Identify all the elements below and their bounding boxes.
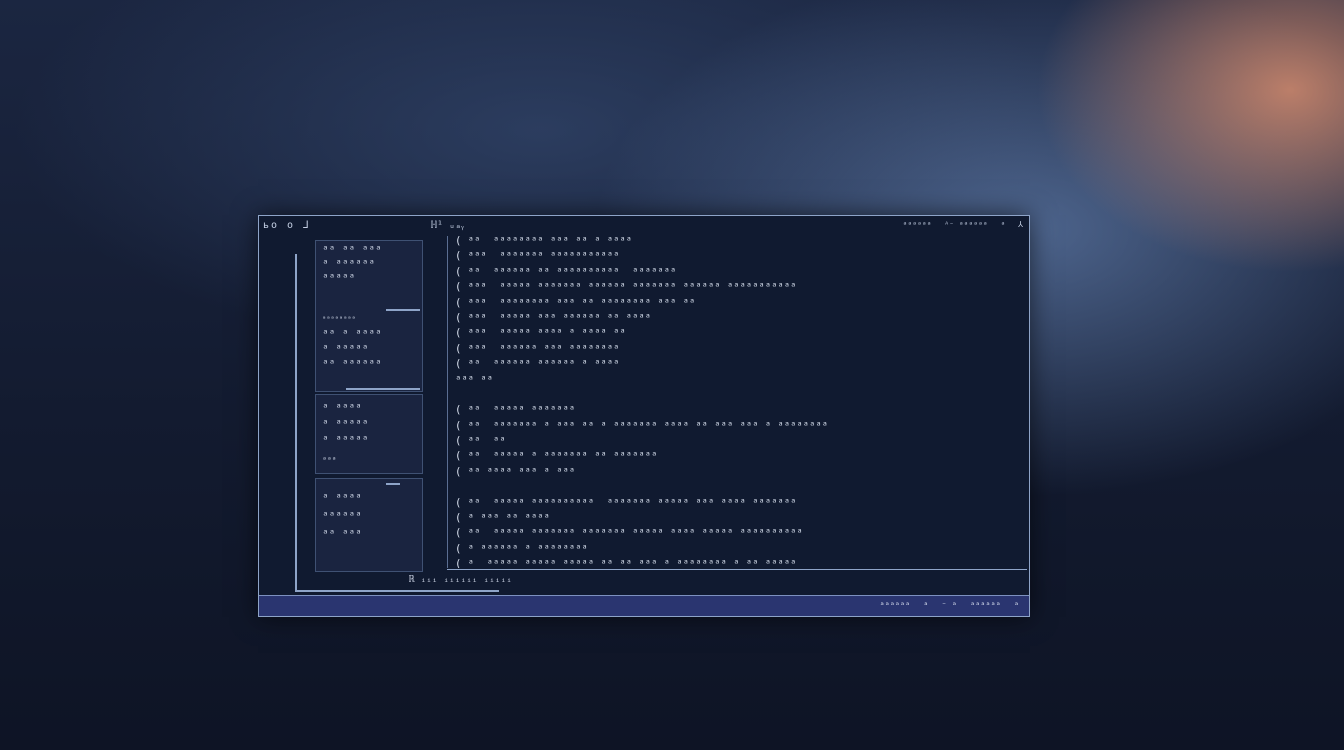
sidebar-item[interactable]: ᵃᵃ ᵃᵃᵃᵃᵃᵃ [322, 357, 382, 370]
code-line[interactable]: ( ᵃᵃ ᵃᵃ [455, 434, 1015, 449]
status-item[interactable]: ᵃᵃᵃᵃᵃᵃ [879, 601, 910, 611]
code-line[interactable]: ( ᵃᵃ ᵃᵃᵃᵃᵃᵃ ᵃᵃ ᵃᵃᵃᵃᵃᵃᵃᵃᵃᵃ ᵃᵃᵃᵃᵃᵃᵃ [455, 265, 1015, 280]
sidebar-item[interactable]: ᵃ ᵃᵃᵃᵃ [322, 491, 362, 504]
sidebar-item[interactable]: ᵃᵃᵃᵃᵃ [322, 271, 355, 284]
code-line[interactable] [455, 480, 1015, 495]
code-line[interactable]: ( ᵃᵃᵃ ᵃᵃᵃᵃᵃᵃ ᵃᵃᵃ ᵃᵃᵃᵃᵃᵃᵃᵃ [455, 342, 1015, 357]
title-action-3[interactable]: ᵃ [1000, 220, 1005, 229]
panel-tab-label[interactable]: ℝ ᵢᵢᵢ ᵢᵢᵢᵢᵢᵢ ᵢᵢᵢᵢᵢ [409, 574, 512, 585]
sidebar-item[interactable]: ᵃᵃᵃᵃᵃᵃᵃᵃ [322, 315, 356, 323]
panel-divider [346, 388, 420, 390]
code-line[interactable] [455, 388, 1015, 403]
sidebar-panel-timeline[interactable]: ᵃ ᵃᵃᵃᵃ ᵃᵃᵃᵃᵃᵃ ᵃᵃ ᵃᵃᵃ [315, 478, 423, 572]
code-editor[interactable]: ( ᵃᵃ ᵃᵃᵃᵃᵃᵃᵃᵃ ᵃᵃᵃ ᵃᵃ ᵃ ᵃᵃᵃᵃ( ᵃᵃᵃ ᵃᵃᵃᵃᵃᵃᵃ… [455, 234, 1015, 568]
code-line[interactable]: ( ᵃᵃ ᵃᵃᵃᵃ ᵃᵃᵃ ᵃ ᵃᵃᵃ [455, 465, 1015, 480]
sidebar-item[interactable]: ᵃ ᵃᵃᵃᵃᵃᵃ [322, 257, 375, 270]
code-line[interactable]: ( ᵃᵃ ᵃᵃᵃᵃᵃ ᵃ ᵃᵃᵃᵃᵃᵃᵃ ᵃᵃ ᵃᵃᵃᵃᵃᵃᵃ [455, 449, 1015, 464]
sidebar-item[interactable]: ᵃᵃᵃᵃᵃᵃ [322, 509, 362, 522]
sidebar-item[interactable]: ᵃᵃ ᵃᵃᵃ [322, 527, 362, 540]
title-action-1[interactable]: ᵃᵃᵃᵃᵃᵃ [903, 220, 932, 229]
code-line[interactable]: ( ᵃᵃ ᵃᵃᵃᵃᵃ ᵃᵃᵃᵃᵃᵃᵃ ᵃᵃᵃᵃᵃᵃᵃ ᵃᵃᵃᵃᵃ ᵃᵃᵃᵃ ᵃᵃ… [455, 526, 1015, 541]
sidebar-panel-explorer[interactable]: ᵃᵃ ᵃᵃ ᵃᵃᵃ ᵃ ᵃᵃᵃᵃᵃᵃ ᵃᵃᵃᵃᵃ ᵃᵃᵃᵃᵃᵃᵃᵃ ᵃᵃ ᵃ ᵃ… [315, 240, 423, 392]
code-line[interactable]: ( ᵃᵃ ᵃᵃᵃᵃᵃ ᵃᵃᵃᵃᵃᵃᵃᵃᵃᵃ ᵃᵃᵃᵃᵃᵃᵃ ᵃᵃᵃᵃᵃ ᵃᵃᵃ … [455, 496, 1015, 511]
title-bar: ьо о ⅃ ℍ¹ ᵤₐᵧ ᵃᵃᵃᵃᵃᵃ ᴬ⁻ ᵃᵃᵃᵃᵃᵃ ᵃ ⅄ [259, 216, 1029, 236]
editor-window: ьо о ⅃ ℍ¹ ᵤₐᵧ ᵃᵃᵃᵃᵃᵃ ᴬ⁻ ᵃᵃᵃᵃᵃᵃ ᵃ ⅄ ᵃᵃ ᵃᵃ… [258, 215, 1030, 617]
window-controls[interactable]: ьо о ⅃ [263, 220, 311, 231]
sidebar-rail-bottom [295, 590, 499, 592]
status-item[interactable]: ⁻ ᵃ [942, 601, 957, 611]
code-line[interactable]: ( ᵃᵃᵃ ᵃᵃᵃᵃᵃ ᵃᵃᵃᵃ ᵃ ᵃᵃᵃᵃ ᵃᵃ [455, 326, 1015, 341]
sidebar-item[interactable]: ᵃ ᵃᵃᵃᵃ [322, 401, 362, 414]
status-item[interactable]: ᵃ [923, 601, 928, 611]
code-line[interactable]: ( ᵃᵃᵃ ᵃᵃᵃᵃᵃᵃᵃ ᵃᵃᵃᵃᵃᵃᵃᵃᵃᵃᵃ [455, 249, 1015, 264]
status-bar: ᵃᵃᵃᵃᵃᵃ ᵃ ⁻ ᵃ ᵃᵃᵃᵃᵃᵃ ᵃ [259, 595, 1029, 616]
code-line[interactable]: ( ᵃ ᵃᵃᵃᵃᵃ ᵃᵃᵃᵃᵃ ᵃᵃᵃᵃᵃ ᵃᵃ ᵃᵃ ᵃᵃᵃ ᵃ ᵃᵃᵃᵃᵃᵃ… [455, 557, 1015, 568]
sidebar-item[interactable]: ᵃ ᵃᵃᵃᵃᵃ [322, 417, 368, 430]
editor-gutter-line [447, 236, 448, 568]
sidebar-rail [295, 254, 297, 590]
title-bar-actions: ᵃᵃᵃᵃᵃᵃ ᴬ⁻ ᵃᵃᵃᵃᵃᵃ ᵃ ⅄ [895, 220, 1023, 229]
code-line[interactable]: ( ᵃᵃ ᵃᵃᵃᵃᵃ ᵃᵃᵃᵃᵃᵃᵃ [455, 403, 1015, 418]
scroll-indicator[interactable] [386, 309, 420, 311]
code-line[interactable]: ( ᵃ ᵃᵃᵃ ᵃᵃ ᵃᵃᵃᵃ [455, 511, 1015, 526]
title-action-2[interactable]: ᴬ⁻ ᵃᵃᵃᵃᵃᵃ [944, 220, 987, 229]
code-line[interactable]: ( ᵃᵃ ᵃᵃᵃᵃᵃᵃ ᵃᵃᵃᵃᵃᵃ ᵃ ᵃᵃᵃᵃ [455, 357, 1015, 372]
sidebar-item[interactable]: ᵃᵃᵃ [322, 455, 336, 464]
code-line[interactable]: ( ᵃ ᵃᵃᵃᵃᵃᵃ ᵃ ᵃᵃᵃᵃᵃᵃᵃᵃ [455, 542, 1015, 557]
sidebar-item[interactable]: ᵃ ᵃᵃᵃᵃᵃ [322, 342, 368, 355]
sidebar-panel-outline[interactable]: ᵃ ᵃᵃᵃᵃ ᵃ ᵃᵃᵃᵃᵃ ᵃ ᵃᵃᵃᵃᵃ ᵃᵃᵃ [315, 394, 423, 474]
code-line[interactable]: ( ᵃᵃᵃ ᵃᵃᵃᵃᵃᵃᵃᵃ ᵃᵃᵃ ᵃᵃ ᵃᵃᵃᵃᵃᵃᵃᵃ ᵃᵃᵃ ᵃᵃ [455, 296, 1015, 311]
editor-bottom-border [447, 569, 1027, 570]
code-line[interactable]: ᵃᵃᵃ ᵃᵃ [455, 373, 1015, 388]
sidebar-item[interactable]: ᵃᵃ ᵃ ᵃᵃᵃᵃ [322, 327, 382, 340]
status-bar-items: ᵃᵃᵃᵃᵃᵃ ᵃ ⁻ ᵃ ᵃᵃᵃᵃᵃᵃ ᵃ [871, 601, 1019, 611]
window-title: ℍ¹ ᵤₐᵧ [431, 220, 464, 231]
title-action-4[interactable]: ⅄ [1018, 220, 1023, 229]
code-line[interactable]: ( ᵃᵃ ᵃᵃᵃᵃᵃᵃᵃᵃ ᵃᵃᵃ ᵃᵃ ᵃ ᵃᵃᵃᵃ [455, 234, 1015, 249]
panel-indicator [386, 483, 400, 485]
sidebar-item[interactable]: ᵃ ᵃᵃᵃᵃᵃ [322, 433, 368, 446]
notification-icon[interactable]: ᵃ [1014, 601, 1019, 611]
sidebar-item[interactable]: ᵃᵃ ᵃᵃ ᵃᵃᵃ [322, 243, 382, 256]
code-line[interactable]: ( ᵃᵃᵃ ᵃᵃᵃᵃᵃ ᵃᵃᵃ ᵃᵃᵃᵃᵃᵃ ᵃᵃ ᵃᵃᵃᵃ [455, 311, 1015, 326]
code-line[interactable]: ( ᵃᵃᵃ ᵃᵃᵃᵃᵃ ᵃᵃᵃᵃᵃᵃᵃ ᵃᵃᵃᵃᵃᵃ ᵃᵃᵃᵃᵃᵃᵃ ᵃᵃᵃᵃᵃ… [455, 280, 1015, 295]
status-item[interactable]: ᵃᵃᵃᵃᵃᵃ [970, 601, 1001, 611]
code-line[interactable]: ( ᵃᵃ ᵃᵃᵃᵃᵃᵃᵃ ᵃ ᵃᵃᵃ ᵃᵃ ᵃ ᵃᵃᵃᵃᵃᵃᵃ ᵃᵃᵃᵃ ᵃᵃ … [455, 419, 1015, 434]
